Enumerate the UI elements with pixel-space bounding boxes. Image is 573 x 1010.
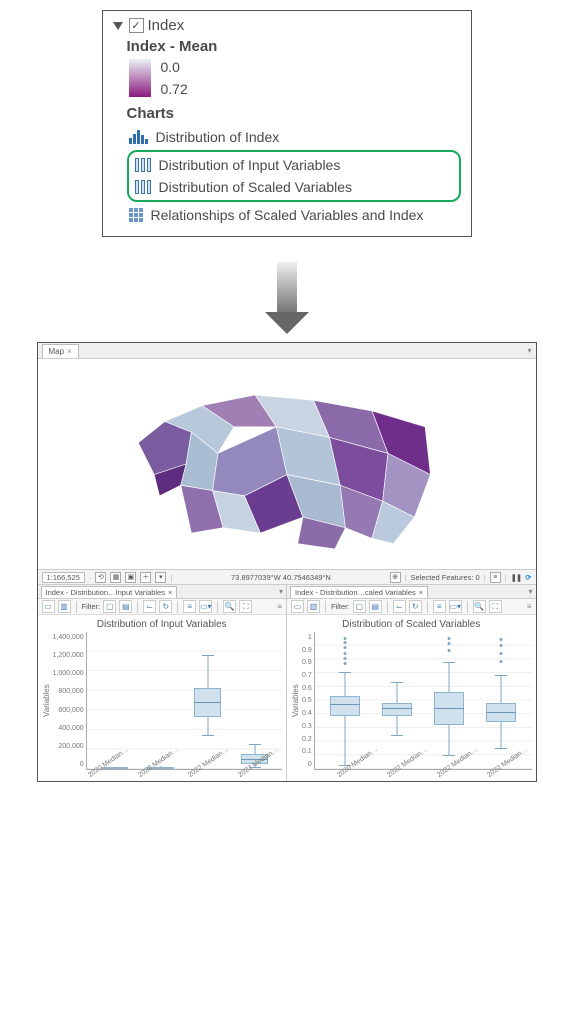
left-plot[interactable] [86,632,282,770]
legend-min: 0.0 [161,59,188,75]
arrow-down [10,262,563,312]
y-axis-label: Variables [42,632,51,770]
tab-label: Map [49,347,65,356]
close-icon[interactable]: × [67,347,72,356]
target-icon[interactable]: ⊕ [390,572,401,583]
right-chart-tabbar: Index - Distribution…caled Variables × ▾ [287,585,536,599]
legend-icon[interactable]: ≡ [433,600,446,613]
clear-icon[interactable]: ▥ [58,600,71,613]
scatter-matrix-icon [129,208,143,222]
layer-name[interactable]: Index [148,17,185,34]
filter-extent-icon[interactable]: ▢ [103,600,116,613]
left-chart-tabbar: Index - Distribution…Input Variables × ▾ [38,585,287,599]
legend-block: Index - Mean 0.0 0.72 Charts Distributio… [127,38,461,226]
right-chart-toolbar: ▭ ▥ Filter: ▢ ▤ ⌙ ↻ ≡ ▭▾ 🔍 ⛶ ≡ [287,599,536,615]
scale-display[interactable]: 1:166,525 [42,572,85,583]
x-ticks: 2020 Median…2022 Median… 2022 Median…202… [287,772,536,781]
tab-label: Index - Distribution…caled Variables [295,588,416,597]
chart-item-input-variables[interactable]: Distribution of Input Variables [133,154,455,176]
left-chart-toolbar: ▭ ▥ Filter: ▢ ▤ ⌙ ↻ ≡ ▭▾ 🔍 ⛶ ≡ [38,599,287,615]
chevron-down-icon[interactable]: ▾ [279,587,283,596]
y-ticks: 10.9 0.80.7 0.60.5 0.40.3 0.20.1 0 [300,632,314,770]
rotate-icon[interactable]: ⟲ [95,572,106,583]
map-view[interactable] [38,359,536,569]
axes-icon[interactable]: ⌙ [143,600,156,613]
zoom-icon[interactable]: 🔍 [473,600,486,613]
histogram-icon [129,130,148,144]
chart-item-relationships[interactable]: Relationships of Scaled Variables and In… [127,204,461,226]
filter-label: Filter: [82,602,101,611]
y-ticks: 1,400,0001,200,000 1,000,000800,000 600,… [51,632,86,770]
chevron-down-icon[interactable]: ▾ [527,346,531,355]
map-statusbar: 1:166,525 · ⟲ ▦ ▣ ＋ ▾ | 73.8977039°W 40.… [38,569,536,585]
chart-item-scaled-variables[interactable]: Distribution of Scaled Variables [133,176,455,198]
chart-panes: Index - Distribution…Input Variables × ▾… [38,585,536,781]
highlighted-charts: Distribution of Input Variables Distribu… [127,150,461,202]
right-plot-area: Variables 10.9 0.80.7 0.60.5 0.40.3 0.20… [287,632,536,772]
chart-item-label: Distribution of Index [156,129,280,145]
select-icon[interactable]: ▭ [291,600,304,613]
snap-icon[interactable]: ▣ [125,572,136,583]
boxplot-icon [135,180,151,194]
layer-row[interactable]: ✓ Index [113,17,461,34]
zoom-icon[interactable]: 🔍 [223,600,236,613]
y-axis-label: Variables [291,632,300,770]
boxplot-icon [135,158,151,172]
left-plot-area: Variables 1,400,0001,200,000 1,000,00080… [38,632,287,772]
filter-extent-icon[interactable]: ▢ [353,600,366,613]
right-chart-title: Distribution of Scaled Variables [287,615,536,632]
tab-label: Index - Distribution…Input Variables [46,588,166,597]
x-ticks: 2020 Median…2022 Median… 2022 Median…202… [38,772,287,781]
stats-icon[interactable]: ▭▾ [199,600,212,613]
expand-icon[interactable] [113,22,123,30]
chart-item-label: Relationships of Scaled Variables and In… [151,207,424,223]
coordinate-display: 73.8977039°W 40.7546349°N [231,573,331,582]
full-extent-icon[interactable]: ⛶ [489,600,502,613]
chart-item-label: Distribution of Input Variables [159,157,341,173]
list-icon[interactable]: ≡ [490,572,501,583]
pause-button[interactable]: ❚❚ [511,573,522,582]
rotate-icon[interactable]: ↻ [159,600,172,613]
legend-icon[interactable]: ≡ [183,600,196,613]
filter-selection-icon[interactable]: ▤ [369,600,382,613]
close-icon[interactable]: × [168,588,172,597]
legend-max: 0.72 [161,81,188,97]
select-icon[interactable]: ▭ [42,600,55,613]
filter-label: Filter: [331,602,350,611]
chart-item-label: Distribution of Scaled Variables [159,179,353,195]
left-chart-pane: Index - Distribution…Input Variables × ▾… [38,585,288,781]
rotate-icon[interactable]: ↻ [409,600,422,613]
right-chart-pane: Index - Distribution…caled Variables × ▾… [287,585,536,781]
legend-gradient [129,59,151,97]
legend-title: Index - Mean [127,38,461,55]
right-chart-tab[interactable]: Index - Distribution…caled Variables × [290,586,428,598]
left-chart-tab[interactable]: Index - Distribution…Input Variables × [41,586,178,598]
arcgis-pro-panel: Map × ▾ [37,342,537,782]
stats-icon[interactable]: ▭▾ [449,600,462,613]
map-tab[interactable]: Map × [42,344,79,358]
arrow-icon [277,262,297,312]
menu-icon[interactable]: ≡ [277,602,282,611]
clear-icon[interactable]: ▥ [307,600,320,613]
menu-icon[interactable]: ≡ [527,602,532,611]
left-chart-title: Distribution of Input Variables [38,615,287,632]
plus-icon[interactable]: ＋ [140,572,151,583]
chevron-down-icon[interactable]: ▾ [155,572,166,583]
full-extent-icon[interactable]: ⛶ [239,600,252,613]
filter-selection-icon[interactable]: ▤ [119,600,132,613]
layer-visibility-checkbox[interactable]: ✓ [129,18,144,33]
axes-icon[interactable]: ⌙ [393,600,406,613]
choropleth-map [117,364,457,564]
selected-features-label: Selected Features: 0 [411,573,480,582]
close-icon[interactable]: × [419,588,423,597]
map-tabbar: Map × ▾ [38,343,536,359]
chevron-down-icon[interactable]: ▾ [528,587,532,596]
charts-heading: Charts [127,105,461,122]
contents-panel: ✓ Index Index - Mean 0.0 0.72 Charts Dis… [102,10,472,237]
chart-item-distribution-index[interactable]: Distribution of Index [127,126,461,148]
refresh-button[interactable]: ⟳ [525,573,531,582]
grid-icon[interactable]: ▦ [110,572,121,583]
